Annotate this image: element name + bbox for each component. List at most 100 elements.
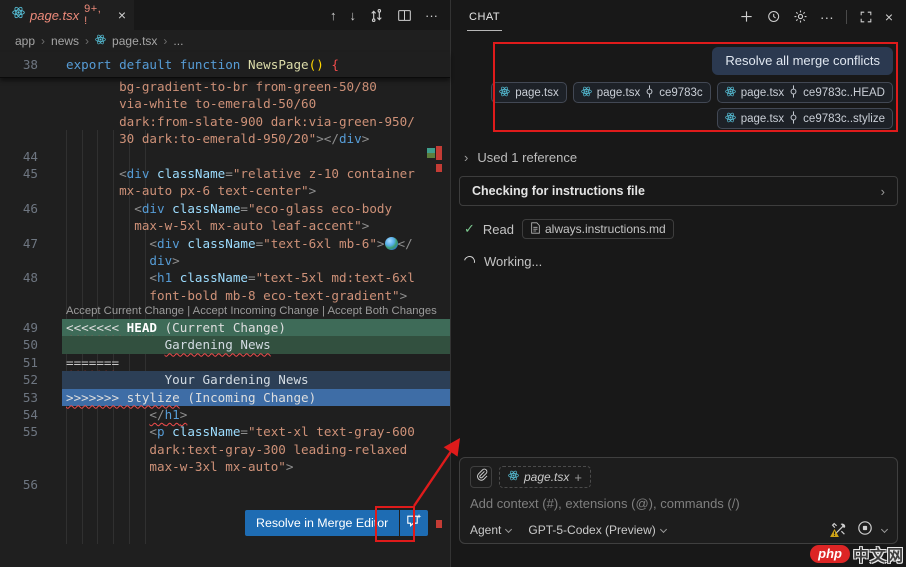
breadcrumb: app › news › page.tsx › ...: [0, 30, 450, 52]
breadcrumb-separator: ›: [41, 34, 46, 48]
code-line: 53 >>>>>>> stylize (Incoming Change): [0, 388, 450, 407]
context-chip[interactable]: page.tsx: [491, 82, 567, 103]
header-divider: [845, 9, 847, 24]
chat-input-field[interactable]: Add context (#), extensions (@), command…: [470, 496, 887, 511]
close-panel-icon[interactable]: ×: [885, 10, 893, 24]
breadcrumb-folder[interactable]: news: [51, 34, 79, 48]
code-line: 47 <div className="text-6xl mb-6"> </: [22, 235, 413, 251]
breadcrumb-root[interactable]: app: [15, 34, 35, 48]
code-line: 54 </h1>: [22, 407, 188, 423]
read-label: Read: [482, 221, 514, 237]
code-line: mx-auto px-6 text-center">: [66, 183, 317, 199]
chevron-down-icon[interactable]: [880, 525, 889, 534]
spinner-icon: [461, 253, 478, 270]
paperclip-icon: [475, 468, 488, 486]
breadcrumb-file[interactable]: page.tsx: [112, 34, 157, 48]
used-references-toggle[interactable]: › Used 1 reference: [464, 150, 906, 165]
code-line: dark:text-gray-300 leading-relaxed: [66, 441, 408, 457]
breadcrumb-separator: ›: [163, 34, 168, 48]
read-file-step: ✓ Read always.instructions.md: [464, 219, 906, 239]
context-chip[interactable]: page.tsx ce9783c..stylize: [716, 108, 893, 129]
code-line: bg-gradient-to-br from-green-50/80: [66, 79, 377, 94]
stop-request-button[interactable]: [857, 520, 873, 539]
configure-tools-icon[interactable]: [830, 522, 848, 538]
chip-file-name: page.tsx: [596, 86, 641, 99]
context-chip[interactable]: page.tsx ce9783c..HEAD: [716, 82, 893, 103]
input-right-actions: [830, 520, 889, 539]
overview-mark-merge: [427, 153, 435, 158]
new-chat-icon[interactable]: [739, 9, 754, 24]
tab-chat[interactable]: CHAT: [467, 2, 503, 31]
more-actions-icon[interactable]: ···: [425, 8, 438, 23]
chip-file-name: page.tsx: [515, 86, 559, 99]
working-label: Working...: [484, 254, 543, 269]
code-line: 55 <p className="text-xl text-gray-600: [22, 424, 415, 440]
attach-context-button[interactable]: [470, 466, 492, 488]
overview-mark-error: [436, 164, 442, 172]
editor-actions: ↑ ↓ ···: [330, 0, 450, 30]
instructions-file-name: always.instructions.md: [544, 222, 666, 236]
working-status: Working...: [461, 253, 906, 270]
code-line: 51 =======: [22, 354, 120, 370]
codelens-link1[interactable]: Accept Current Change: [66, 305, 184, 317]
code-line: max-w-5xl mx-auto leaf-accent">: [66, 218, 370, 234]
settings-gear-icon[interactable]: [793, 9, 808, 24]
chevron-down-icon: [659, 525, 667, 534]
checking-instructions-step[interactable]: Checking for instructions file ›: [459, 176, 898, 206]
maximize-panel-icon[interactable]: [859, 10, 873, 24]
overview-mark-error: [436, 146, 442, 160]
chip-git-ref: ce9783c: [659, 86, 703, 99]
breadcrumb-separator: ›: [85, 34, 90, 48]
mode-label: Agent: [470, 522, 502, 537]
tab-title: page.tsx: [30, 7, 80, 23]
react-file-icon: [724, 86, 736, 100]
previous-conflict-icon[interactable]: ↑: [330, 8, 337, 23]
codelens-link2[interactable]: Accept Incoming Change: [193, 305, 319, 317]
chat-header: CHAT ··· ×: [451, 0, 906, 33]
tab-page-tsx[interactable]: page.tsx 9+, ! ×: [0, 0, 134, 30]
user-message-row: Resolve all merge conflicts: [451, 33, 906, 75]
context-chip[interactable]: page.tsx ce9783c: [572, 82, 711, 103]
globe-emoji-icon: [384, 236, 398, 250]
code-line: 45 <div className="relative z-10 contain…: [22, 165, 415, 181]
tab-close-icon[interactable]: ×: [118, 8, 126, 22]
chat-more-icon[interactable]: ···: [820, 10, 834, 24]
file-icon: [530, 221, 540, 237]
codelens-link3[interactable]: Accept Both Changes: [327, 305, 436, 317]
step-label: Checking for instructions file: [472, 184, 645, 198]
chevron-right-icon: ›: [464, 150, 469, 165]
instructions-file-chip[interactable]: always.instructions.md: [521, 219, 674, 239]
code-line: 52 Your Gardening News: [0, 371, 450, 389]
react-file-icon: [95, 34, 106, 48]
context-file-name: page.tsx: [524, 470, 570, 484]
compare-changes-icon[interactable]: [369, 8, 384, 23]
chat-history-icon[interactable]: [766, 9, 781, 24]
react-file-icon: [508, 470, 519, 484]
watermark: php 中文网: [810, 542, 904, 566]
user-message-bubble: Resolve all merge conflicts: [712, 47, 893, 75]
code-line: 50 Gardening News: [0, 336, 450, 354]
resolve-in-merge-editor-button[interactable]: Resolve in Merge Editor: [245, 510, 400, 536]
chip-file-name: page.tsx: [740, 86, 785, 99]
context-chip-row-1: page.tsx page.tsx ce9783c page.tsx ce9783c..…: [451, 75, 906, 103]
next-conflict-icon[interactable]: ↓: [350, 8, 357, 23]
code-lines: 38 export default function NewsPage() { b…: [0, 52, 450, 493]
git-ref-icon: [789, 110, 798, 127]
git-ref-icon: [645, 84, 654, 101]
model-picker[interactable]: GPT-5-Codex (Preview): [528, 523, 667, 537]
context-chip-row-2: page.tsx ce9783c..stylize: [451, 103, 906, 129]
current-file-context-chip[interactable]: page.tsx +: [499, 466, 591, 488]
mode-picker-agent[interactable]: Agent: [470, 522, 513, 537]
code-line: dark:from-slate-900 dark:via-green-950/: [66, 113, 415, 129]
code-line: 44: [22, 148, 38, 164]
breadcrumb-symbol[interactable]: ...: [173, 34, 183, 48]
code-line: 49 <<<<<<< HEAD (Current Change): [0, 319, 450, 337]
code-line: 56: [22, 476, 38, 492]
chat-header-actions: ··· ×: [739, 9, 893, 24]
tab-problems-badge: 9+, !: [84, 3, 102, 27]
code-line: 30 dark:to-emerald-950/20"></div>: [66, 131, 370, 147]
chat-input-box[interactable]: page.tsx + Add context (#), extensions (…: [459, 457, 898, 544]
resolve-with-copilot-icon-button[interactable]: [400, 510, 429, 536]
code-line: font-bold mb-8 eco-text-gradient">: [66, 287, 408, 303]
split-editor-icon[interactable]: [397, 8, 412, 23]
